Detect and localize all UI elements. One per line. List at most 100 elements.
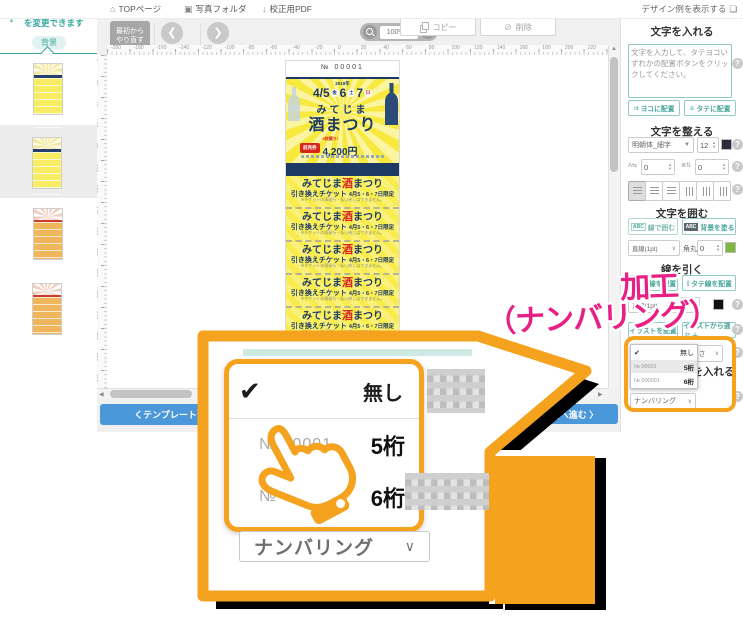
ruler-label: -80 bbox=[247, 45, 254, 51]
abc-outline-icon: ABC bbox=[631, 223, 646, 231]
ruler-label: 280 bbox=[97, 353, 98, 361]
letter-spacing-stepper[interactable]: 0▲▼ bbox=[641, 159, 675, 175]
ticket-header: 2019年 4/5金6土7日 みてじま 酒まつり 前売券 6枚綴り! 4,200… bbox=[286, 77, 399, 165]
font-size-stepper[interactable]: 12▲▼ bbox=[697, 137, 719, 153]
menu-photo-folder[interactable]: ▣ 写真フォルダ bbox=[184, 3, 247, 15]
section-title-add-text: 文字を入れる bbox=[621, 24, 743, 39]
ticket-navy-band bbox=[286, 163, 399, 176]
scroll-left-icon[interactable]: ◀ bbox=[99, 391, 104, 398]
next-screen-button[interactable]: 画面へ進む 〉 bbox=[522, 404, 618, 424]
ticket-dates: 4/5金6土7日 bbox=[286, 86, 399, 100]
help-icon[interactable]: ? bbox=[732, 161, 743, 172]
ruler-label: 200 bbox=[565, 45, 573, 51]
ruler-label: -20 bbox=[315, 45, 322, 51]
ruler-label: 180 bbox=[97, 248, 98, 256]
zoom-out-button[interactable] bbox=[363, 25, 377, 39]
fill-color-swatch[interactable] bbox=[725, 242, 736, 253]
line-spacing-stepper[interactable]: 0▲▼ bbox=[695, 159, 729, 175]
chevron-down-icon: ∨ bbox=[688, 398, 692, 405]
numbering-select[interactable]: ナンバリング∨ bbox=[630, 393, 696, 409]
fill-background-button[interactable]: ABC背景を塗る bbox=[682, 218, 736, 235]
place-horizontal-button[interactable]: ⇉ヨコに配置 bbox=[628, 100, 680, 116]
background-thumbnail[interactable] bbox=[33, 63, 63, 115]
align-left-button[interactable] bbox=[628, 181, 646, 201]
ticket-stub: みてじま酒まつり引き換えチケット 4月5・6・7日限定※チケットの再発行・払い戻… bbox=[286, 176, 399, 207]
delete-button[interactable]: ⊘ 削除 bbox=[480, 18, 556, 36]
corner-radius-stepper[interactable]: 0▲▼ bbox=[697, 240, 723, 256]
ruler-label: -200 bbox=[111, 45, 121, 51]
ticket-stub: みてじま酒まつり引き換えチケット 4月5・6・7日限定※チケットの再発行・払い戻… bbox=[286, 207, 399, 240]
background-thumbnail[interactable] bbox=[32, 283, 62, 335]
check-icon: ✔ bbox=[239, 378, 261, 404]
letter-spacing-icon: A⇆ bbox=[628, 162, 637, 169]
scroll-right-icon[interactable]: ▶ bbox=[598, 391, 603, 398]
stepper-icons[interactable]: ▲▼ bbox=[712, 141, 716, 149]
help-icon[interactable]: ? bbox=[732, 58, 743, 69]
ruler-label: 220 bbox=[588, 45, 596, 51]
line-color-swatch[interactable] bbox=[713, 299, 724, 310]
text-color-swatch[interactable] bbox=[721, 139, 732, 150]
align-icon bbox=[684, 187, 693, 196]
place-illustration-button[interactable]: イラストを配置 bbox=[628, 322, 678, 338]
help-icon[interactable]: ? bbox=[732, 299, 743, 310]
dropdown-option-none[interactable]: ✔ 無し bbox=[631, 345, 697, 360]
valign-top-button[interactable] bbox=[679, 181, 697, 201]
background-thumbnail-selected[interactable] bbox=[32, 137, 62, 189]
horizontal-scroll-thumb[interactable] bbox=[110, 390, 192, 398]
numbering-select-label: ナンバリング bbox=[254, 533, 374, 560]
chevron-down-icon: ∨ bbox=[692, 302, 696, 309]
ruler-label: 180 bbox=[542, 45, 550, 51]
design-examples-link[interactable]: デザイン例を表示する ❏ bbox=[641, 3, 737, 15]
orange-block-border bbox=[489, 450, 595, 604]
copy-button[interactable]: コピー bbox=[400, 18, 476, 36]
ruler-label: 40 bbox=[97, 101, 98, 107]
line-style-select[interactable]: 直線(1pt)∨ bbox=[628, 297, 700, 313]
help-icon[interactable]: ? bbox=[732, 391, 743, 402]
orange-block bbox=[495, 456, 595, 604]
ruler-label: -100 bbox=[225, 45, 235, 51]
valign-bottom-button[interactable] bbox=[713, 181, 731, 201]
pick-illustration-button[interactable]: イラストから選ぶ ＋ bbox=[682, 322, 736, 338]
place-vertical-button[interactable]: ⇊タテに配置 bbox=[684, 100, 736, 116]
chevron-down-icon: ▼ bbox=[684, 142, 690, 148]
font-select[interactable]: 明朝体_細字▼ bbox=[628, 137, 694, 153]
align-center-button[interactable] bbox=[645, 181, 663, 201]
background-sidebar: ↓ 背景のデザイン を変更できます 背景 bbox=[0, 0, 97, 432]
horizontal-line-button[interactable]: ≡ヨコ線を配置 bbox=[628, 275, 678, 291]
vertical-scroll-thumb[interactable] bbox=[610, 57, 618, 172]
scroll-up-icon[interactable]: ▲ bbox=[611, 46, 617, 52]
align-right-button[interactable] bbox=[662, 181, 680, 201]
vertical-line-button[interactable]: ∥タテ線を配置 bbox=[682, 275, 736, 291]
thumb-header bbox=[33, 138, 61, 152]
dropdown-option-6-digits[interactable]: № 0000016桁 bbox=[631, 373, 697, 388]
horizontal-text-icon: ⇉ bbox=[633, 105, 638, 112]
abc-fill-icon: ABC bbox=[684, 223, 699, 231]
text-input-area[interactable] bbox=[628, 44, 732, 98]
help-icon[interactable]: ? bbox=[732, 324, 743, 335]
menu-label: 校正用PDF bbox=[270, 3, 313, 15]
numbering-dropdown-open: ✔ 無し № 000015桁 № 0000016桁 bbox=[630, 344, 698, 389]
align-icon bbox=[718, 187, 727, 196]
menu-top-page[interactable]: ⌂ TOPページ bbox=[110, 3, 161, 15]
divider bbox=[200, 23, 201, 47]
outline-text-button[interactable]: ABC線で囲む bbox=[628, 218, 678, 235]
corner-radius-label: 角丸 bbox=[683, 244, 697, 254]
ruler-label: 140 bbox=[97, 206, 98, 214]
magnifier-icon bbox=[366, 28, 373, 35]
valign-middle-button[interactable] bbox=[696, 181, 714, 201]
outline-style-select[interactable]: 直線(1pt)∨ bbox=[628, 240, 680, 256]
design-examples-label: デザイン例を表示する bbox=[641, 3, 726, 15]
callout-numbering-select[interactable]: ナンバリング ∨ bbox=[239, 531, 430, 562]
dropdown-option-5-digits[interactable]: № 000015桁 bbox=[631, 360, 697, 373]
none-label: 無し bbox=[363, 377, 403, 406]
undo-button[interactable]: ❮ bbox=[161, 22, 183, 44]
orange-block-shadow bbox=[505, 458, 606, 610]
help-icon[interactable]: ? bbox=[732, 347, 743, 358]
help-icon[interactable]: ? bbox=[732, 139, 743, 150]
menu-proof-pdf[interactable]: ↓ 校正用PDF bbox=[262, 3, 312, 15]
help-icon[interactable]: ? bbox=[732, 184, 743, 195]
background-thumbnail[interactable] bbox=[33, 208, 63, 260]
redo-button[interactable]: ❯ bbox=[207, 22, 229, 44]
vertical-scrollbar[interactable]: ▲ bbox=[608, 45, 619, 388]
ticket-design-object[interactable]: № 00001 2019年 4/5金6土7日 みてじま 酒まつり 前売券 6枚綴… bbox=[285, 60, 400, 386]
